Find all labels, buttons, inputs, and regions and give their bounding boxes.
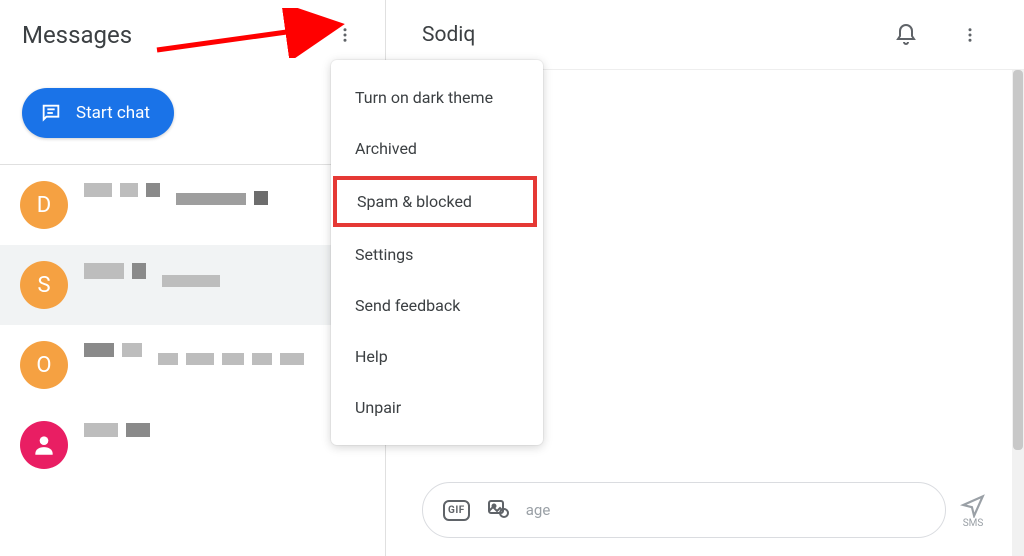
menu-item-dark-theme[interactable]: Turn on dark theme [331,72,543,123]
sidebar: Messages Start chat D 8/31 S 8 [0,0,386,556]
sidebar-title: Messages [22,21,132,49]
conversation-item[interactable]: 8/21 [0,405,385,485]
menu-item-unpair[interactable]: Unpair [331,382,543,433]
conversation-item[interactable]: S 8/31 [0,245,385,325]
conversation-title: Sodiq [422,23,475,47]
sidebar-more-icon[interactable] [327,17,363,53]
send-mode-label: SMS [963,518,984,529]
menu-item-send-feedback[interactable]: Send feedback [331,280,543,331]
avatar: S [20,261,68,309]
compose-placeholder: age [526,501,925,519]
start-chat-button[interactable]: Start chat [22,88,174,138]
compose-input[interactable]: GIF age [422,482,946,538]
menu-item-archived[interactable]: Archived [331,123,543,174]
conversation-item[interactable]: D 8/31 [0,165,385,245]
menu-item-spam-blocked[interactable]: Spam & blocked [333,176,537,227]
avatar: O [20,341,68,389]
overflow-menu: Turn on dark theme Archived Spam & block… [331,60,543,445]
conversation-list: D 8/31 S 8/31 O 8/22 8/21 [0,165,385,556]
scrollbar[interactable] [1012,70,1024,556]
avatar: D [20,181,68,229]
notifications-icon[interactable] [888,17,924,53]
conversation-more-icon[interactable] [952,17,988,53]
start-chat-label: Start chat [76,103,150,123]
menu-item-settings[interactable]: Settings [331,229,543,280]
conversation-item[interactable]: O 8/22 [0,325,385,405]
image-attach-icon[interactable] [486,496,510,524]
send-button[interactable]: SMS [960,492,986,529]
avatar [20,421,68,469]
gif-icon[interactable]: GIF [443,500,470,521]
menu-item-help[interactable]: Help [331,331,543,382]
chat-icon [40,102,62,124]
